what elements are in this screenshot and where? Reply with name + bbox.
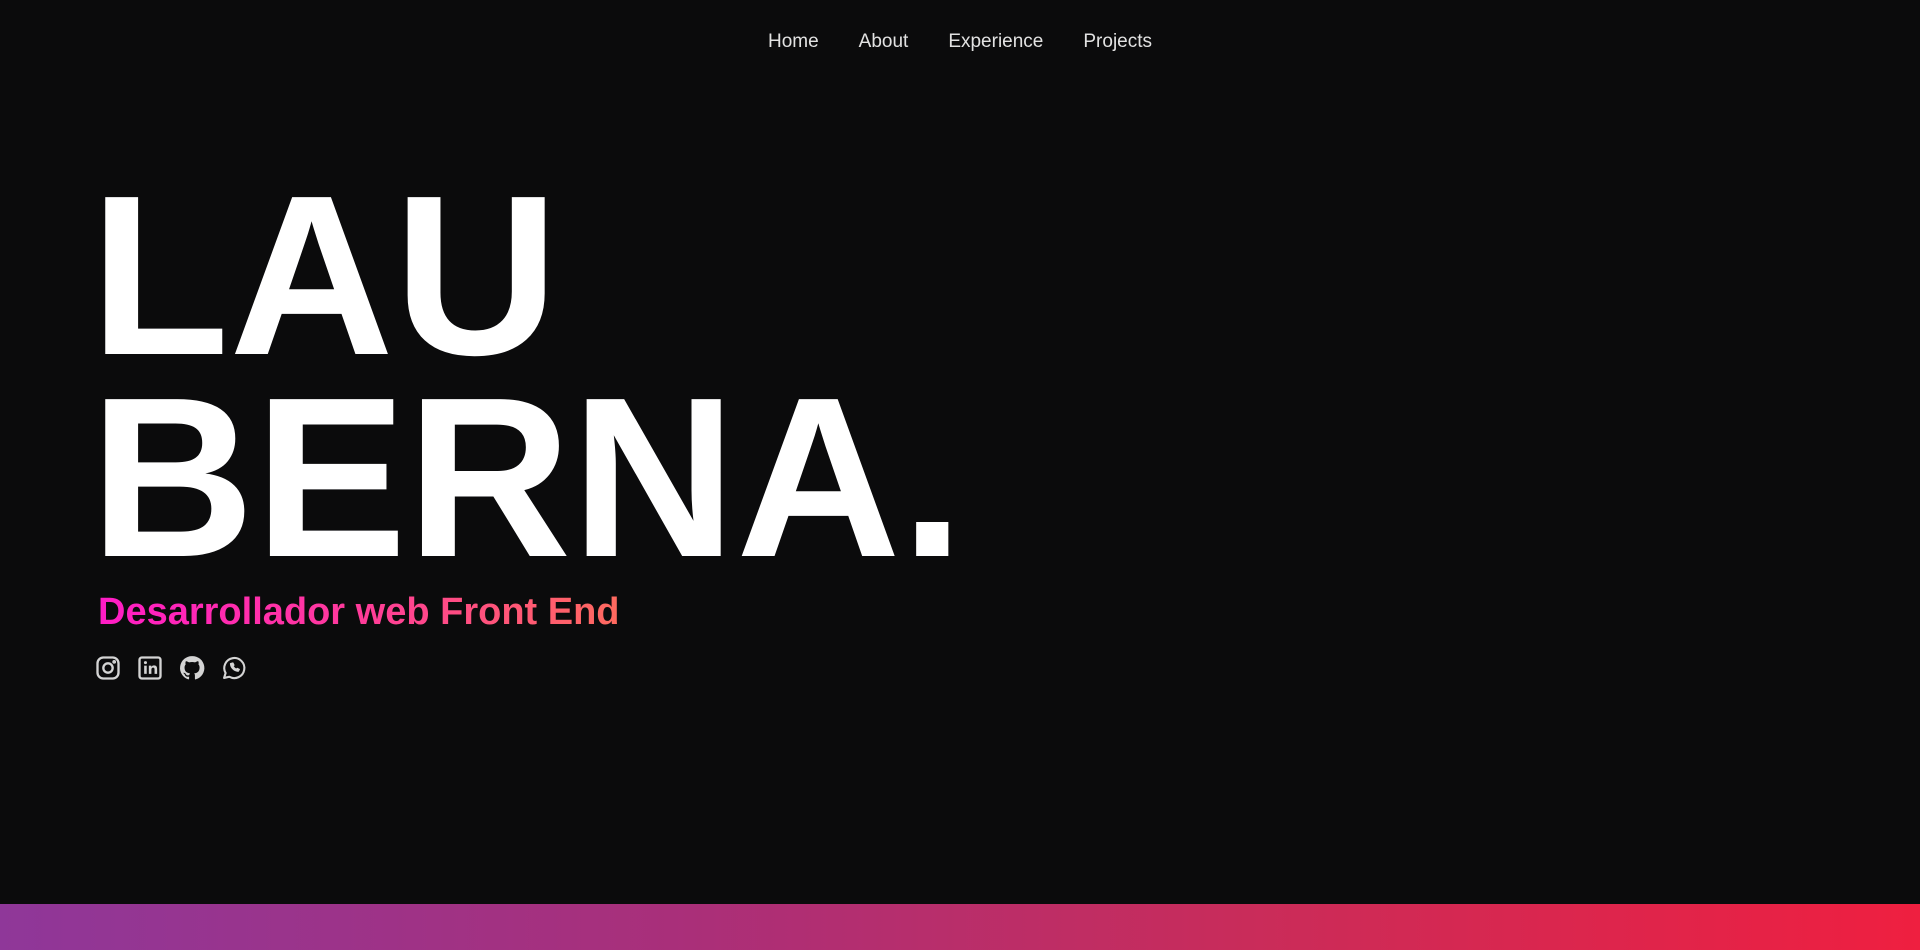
whatsapp-icon	[223, 656, 246, 680]
hero-subtitle: Desarrollador web Front End	[98, 591, 620, 633]
hero-name-line-2: BERNA.	[90, 351, 965, 605]
whatsapp-link[interactable]	[220, 654, 248, 682]
linkedin-icon	[138, 656, 162, 680]
nav-link-about[interactable]: About	[859, 29, 909, 55]
hero-section: LAU BERNA. Desarrollador web Front End	[90, 149, 965, 682]
hero-name-heading: LAU BERNA.	[90, 149, 965, 605]
social-links	[94, 654, 964, 682]
bottom-gradient-bar	[0, 904, 1920, 950]
instagram-link[interactable]	[94, 654, 122, 682]
github-link[interactable]	[178, 654, 206, 682]
nav-link-projects[interactable]: Projects	[1083, 29, 1152, 55]
hero-name-line-1: LAU	[90, 149, 559, 403]
nav-link-home[interactable]: Home	[768, 29, 819, 55]
linkedin-link[interactable]	[136, 654, 164, 682]
nav-link-experience[interactable]: Experience	[948, 29, 1043, 55]
instagram-icon	[96, 656, 120, 680]
top-navigation: Home About Experience Projects	[0, 0, 1920, 84]
github-icon	[180, 656, 205, 680]
page: Home About Experience Projects LAU BERNA…	[0, 0, 1920, 950]
